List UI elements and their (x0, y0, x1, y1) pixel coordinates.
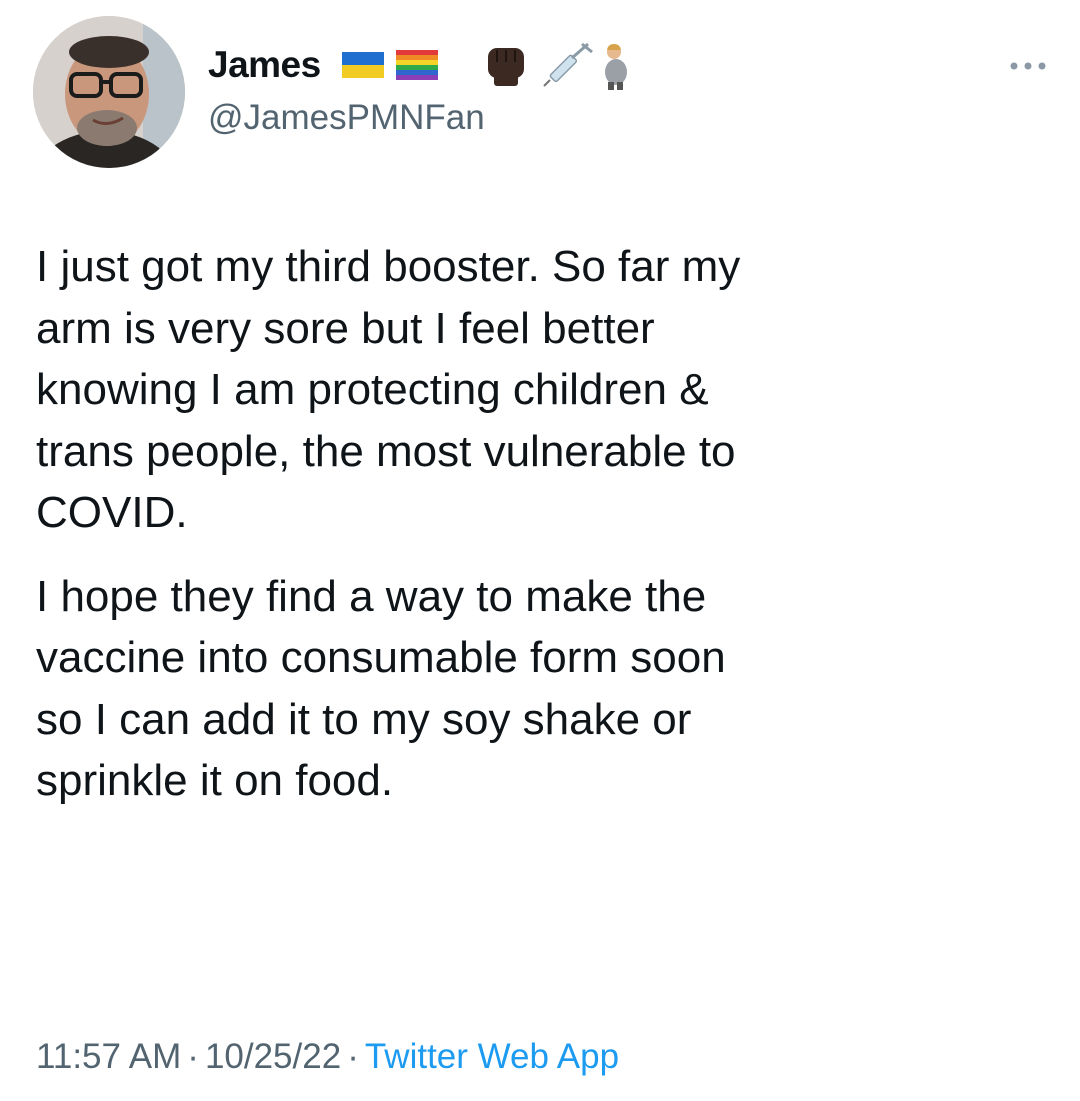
tweet-paragraph: I just got my third booster. So far my a… (36, 242, 741, 537)
avatar-photo (33, 16, 185, 168)
more-dots-icon (1010, 62, 1046, 70)
meta-separator: · (187, 1037, 199, 1076)
pregnant-man-icon (605, 44, 627, 90)
name-badges (342, 40, 652, 90)
tweet-date[interactable]: 10/25/22 (205, 1037, 341, 1076)
syringe-icon (543, 42, 593, 87)
tweet-card: James @JamesPMNFan I just got my third b… (0, 0, 1080, 1101)
tweet-paragraph: I hope they find a way to make the vacci… (36, 571, 726, 806)
author-handle[interactable]: @JamesPMNFan (208, 96, 485, 140)
tweet-time[interactable]: 11:57 AM (36, 1037, 181, 1076)
ukraine-flag-icon (342, 52, 384, 78)
more-options-button[interactable] (1008, 56, 1048, 76)
tweet-meta: 11:57 AM · 10/25/22 · Twitter Web App (36, 1035, 619, 1079)
avatar[interactable] (33, 16, 185, 168)
raised-fist-icon (488, 48, 524, 86)
meta-separator: · (347, 1037, 359, 1076)
tweet-text: I just got my third booster. So far my a… (36, 236, 1046, 812)
author-display-name[interactable]: James (208, 42, 321, 88)
rainbow-flag-icon (396, 50, 438, 80)
tweet-source-link[interactable]: Twitter Web App (365, 1037, 619, 1076)
